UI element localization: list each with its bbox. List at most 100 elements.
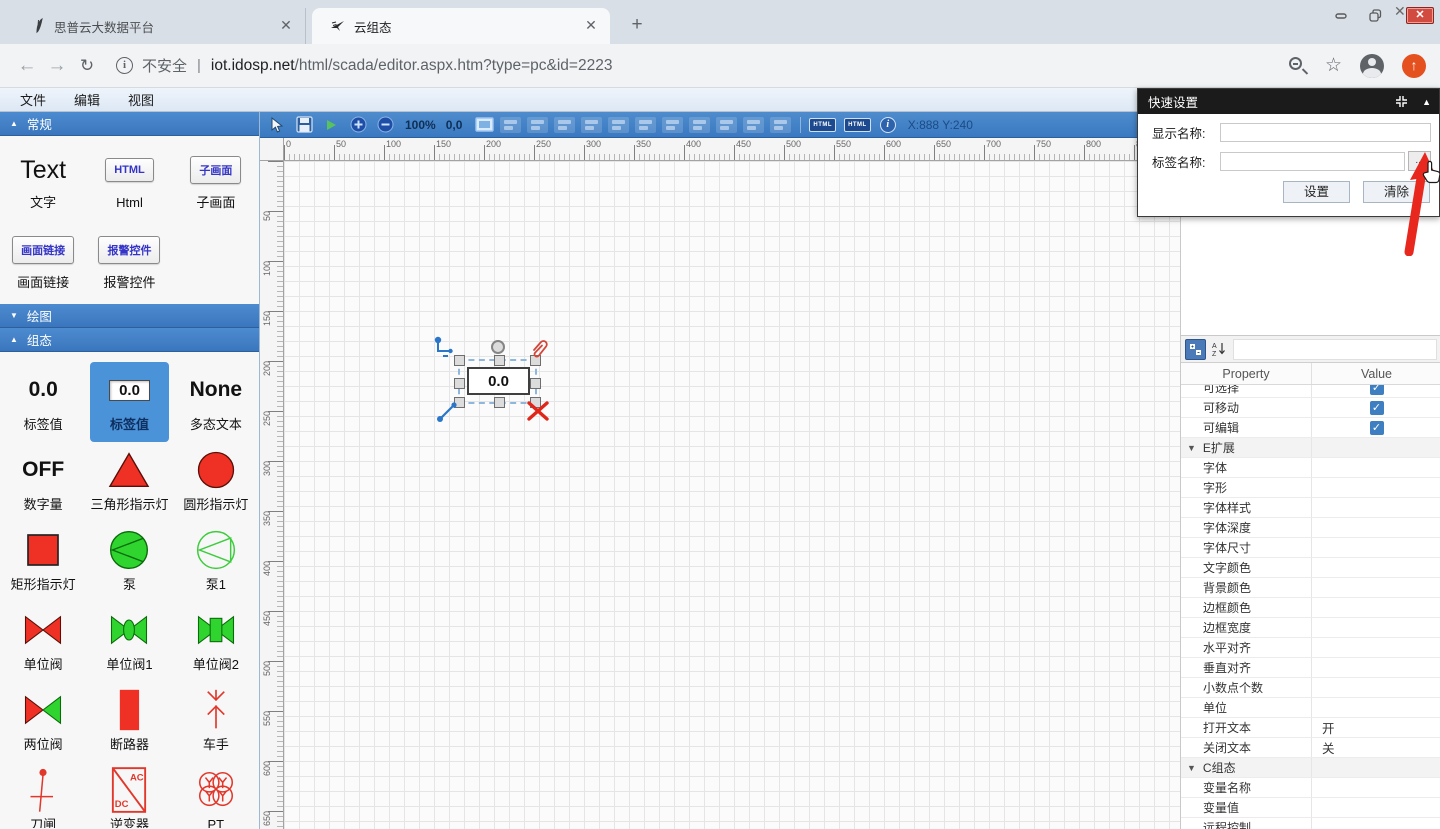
palette-item-多态文本[interactable]: None多态文本 xyxy=(173,362,259,442)
align-left-icon[interactable] xyxy=(554,117,575,133)
section-header-general[interactable]: ▲ 常规 xyxy=(0,112,259,136)
property-value[interactable] xyxy=(1311,758,1440,777)
property-row-字体[interactable]: 字体 xyxy=(1181,458,1440,478)
resize-handle[interactable] xyxy=(494,397,505,408)
canvas-grid[interactable]: 0.0 xyxy=(284,161,1180,829)
property-row-可移动[interactable]: 可移动✓ xyxy=(1181,398,1440,418)
minimize-button[interactable] xyxy=(1324,2,1358,28)
close-window-button[interactable]: ✕ ✕ xyxy=(1392,0,1440,30)
property-value[interactable]: ✓ xyxy=(1311,418,1440,437)
palette-item-标签值[interactable]: 0.0标签值 xyxy=(90,362,168,442)
property-value[interactable] xyxy=(1311,778,1440,797)
property-value[interactable] xyxy=(1311,458,1440,477)
checkbox-checked[interactable]: ✓ xyxy=(1370,401,1384,415)
palette-item-断路器[interactable]: 断路器 xyxy=(86,682,172,762)
palette-item-泵[interactable]: 泵 xyxy=(86,522,172,602)
property-row-边框宽度[interactable]: 边框宽度 xyxy=(1181,618,1440,638)
palette-item-车手[interactable]: 车手 xyxy=(173,682,259,762)
forward-button[interactable]: → xyxy=(42,55,72,77)
page-info-icon[interactable]: i xyxy=(116,57,133,74)
tag-value-element[interactable]: 0.0 xyxy=(467,367,530,395)
palette-item-子画面[interactable]: 子画面子画面 xyxy=(173,144,259,224)
property-value[interactable] xyxy=(1311,658,1440,677)
quick-settings-header[interactable]: 快速设置 ▲ xyxy=(1138,89,1439,114)
property-row-可编辑[interactable]: 可编辑✓ xyxy=(1181,418,1440,438)
property-value[interactable] xyxy=(1311,638,1440,657)
close-tab-icon[interactable]: ✕ xyxy=(582,17,600,35)
property-row-字体深度[interactable]: 字体深度 xyxy=(1181,518,1440,538)
align-right-icon[interactable] xyxy=(608,117,629,133)
palette-item-刀闸[interactable]: 刀闸 xyxy=(0,762,86,828)
align-middle-icon[interactable] xyxy=(662,117,683,133)
checkbox-checked[interactable]: ✓ xyxy=(1370,385,1384,395)
line-handle-icon[interactable] xyxy=(435,398,461,424)
collapse-panel-icon[interactable]: ▲ xyxy=(1422,97,1431,107)
property-row-文字颜色[interactable]: 文字颜色 xyxy=(1181,558,1440,578)
zoom-out-icon[interactable] xyxy=(375,115,395,135)
ungroup-icon[interactable] xyxy=(527,117,548,133)
property-value[interactable] xyxy=(1311,698,1440,717)
browser-update-icon[interactable]: ↑ xyxy=(1402,54,1426,78)
property-value[interactable]: ✓ xyxy=(1311,385,1440,397)
property-row-变量值[interactable]: 变量值 xyxy=(1181,798,1440,818)
dock-panel-icon[interactable] xyxy=(1395,95,1408,108)
property-value[interactable] xyxy=(1311,518,1440,537)
menu-view[interactable]: 视图 xyxy=(114,90,168,109)
select-cursor-icon[interactable] xyxy=(267,115,287,135)
palette-item-数字量[interactable]: OFF数字量 xyxy=(0,442,86,522)
property-row-变量名称[interactable]: 变量名称 xyxy=(1181,778,1440,798)
property-row-背景颜色[interactable]: 背景颜色 xyxy=(1181,578,1440,598)
section-header-drawing[interactable]: ▼ 绘图 xyxy=(0,304,259,328)
apply-button[interactable]: 设置 xyxy=(1283,181,1350,203)
property-value[interactable] xyxy=(1311,678,1440,697)
palette-item-泵1[interactable]: 泵1 xyxy=(173,522,259,602)
property-value[interactable]: ✓ xyxy=(1311,398,1440,417)
palette-item-单位阀1[interactable]: 单位阀1 xyxy=(86,602,172,682)
palette-item-两位阀[interactable]: 两位阀 xyxy=(0,682,86,762)
distribute-horizontal-icon[interactable] xyxy=(716,117,737,133)
group-collapse-icon[interactable]: ▼ xyxy=(1187,763,1196,773)
restore-button[interactable] xyxy=(1358,2,1392,28)
sort-alphabetical-icon[interactable]: AZ xyxy=(1209,339,1230,360)
categorized-view-icon[interactable] xyxy=(1185,339,1206,360)
delete-element-icon[interactable] xyxy=(526,400,550,422)
palette-item-标签值[interactable]: 0.0标签值 xyxy=(0,362,86,442)
close-tab-icon[interactable]: ✕ xyxy=(277,17,295,35)
property-row-E扩展[interactable]: ▼E扩展 xyxy=(1181,438,1440,458)
palette-item-文字[interactable]: Text文字 xyxy=(0,144,86,224)
property-row-垂直对齐[interactable]: 垂直对齐 xyxy=(1181,658,1440,678)
display-name-input[interactable] xyxy=(1220,123,1431,142)
resize-handle[interactable] xyxy=(494,355,505,366)
tag-name-input[interactable] xyxy=(1220,152,1405,171)
zoom-in-icon[interactable] xyxy=(348,115,368,135)
align-bottom-icon[interactable] xyxy=(689,117,710,133)
palette-item-三角形指示灯[interactable]: 三角形指示灯 xyxy=(86,442,172,522)
bookmark-star-icon[interactable]: ☆ xyxy=(1325,54,1342,77)
property-value[interactable] xyxy=(1311,498,1440,517)
property-row-单位[interactable]: 单位 xyxy=(1181,698,1440,718)
property-row-字形[interactable]: 字形 xyxy=(1181,478,1440,498)
palette-item-单位阀2[interactable]: 单位阀2 xyxy=(173,602,259,682)
same-size-icon[interactable] xyxy=(770,117,791,133)
attach-tag-icon[interactable] xyxy=(529,338,549,360)
property-row-字体样式[interactable]: 字体样式 xyxy=(1181,498,1440,518)
back-button[interactable]: ← xyxy=(12,55,42,77)
rotate-handle[interactable] xyxy=(491,340,505,354)
property-row-打开文本[interactable]: 打开文本开 xyxy=(1181,718,1440,738)
profile-avatar[interactable] xyxy=(1360,54,1384,78)
connector-handle-icon[interactable] xyxy=(434,336,456,360)
property-value[interactable] xyxy=(1311,578,1440,597)
property-row-字体尺寸[interactable]: 字体尺寸 xyxy=(1181,538,1440,558)
distribute-vertical-icon[interactable] xyxy=(743,117,764,133)
run-icon[interactable] xyxy=(321,115,341,135)
palette-item-报警控件[interactable]: 报警控件报警控件 xyxy=(86,224,172,304)
url-omnibox[interactable]: i 不安全 | iot.idosp.net /html/scada/editor… xyxy=(116,50,1289,82)
property-value[interactable] xyxy=(1311,538,1440,557)
property-value[interactable]: 关 xyxy=(1311,738,1440,757)
property-row-小数点个数[interactable]: 小数点个数 xyxy=(1181,678,1440,698)
align-center-icon[interactable] xyxy=(581,117,602,133)
property-value[interactable] xyxy=(1311,558,1440,577)
property-value[interactable] xyxy=(1311,818,1440,829)
palette-item-矩形指示灯[interactable]: 矩形指示灯 xyxy=(0,522,86,602)
tab-scada-editor[interactable]: 云组态 ✕ xyxy=(312,8,610,44)
